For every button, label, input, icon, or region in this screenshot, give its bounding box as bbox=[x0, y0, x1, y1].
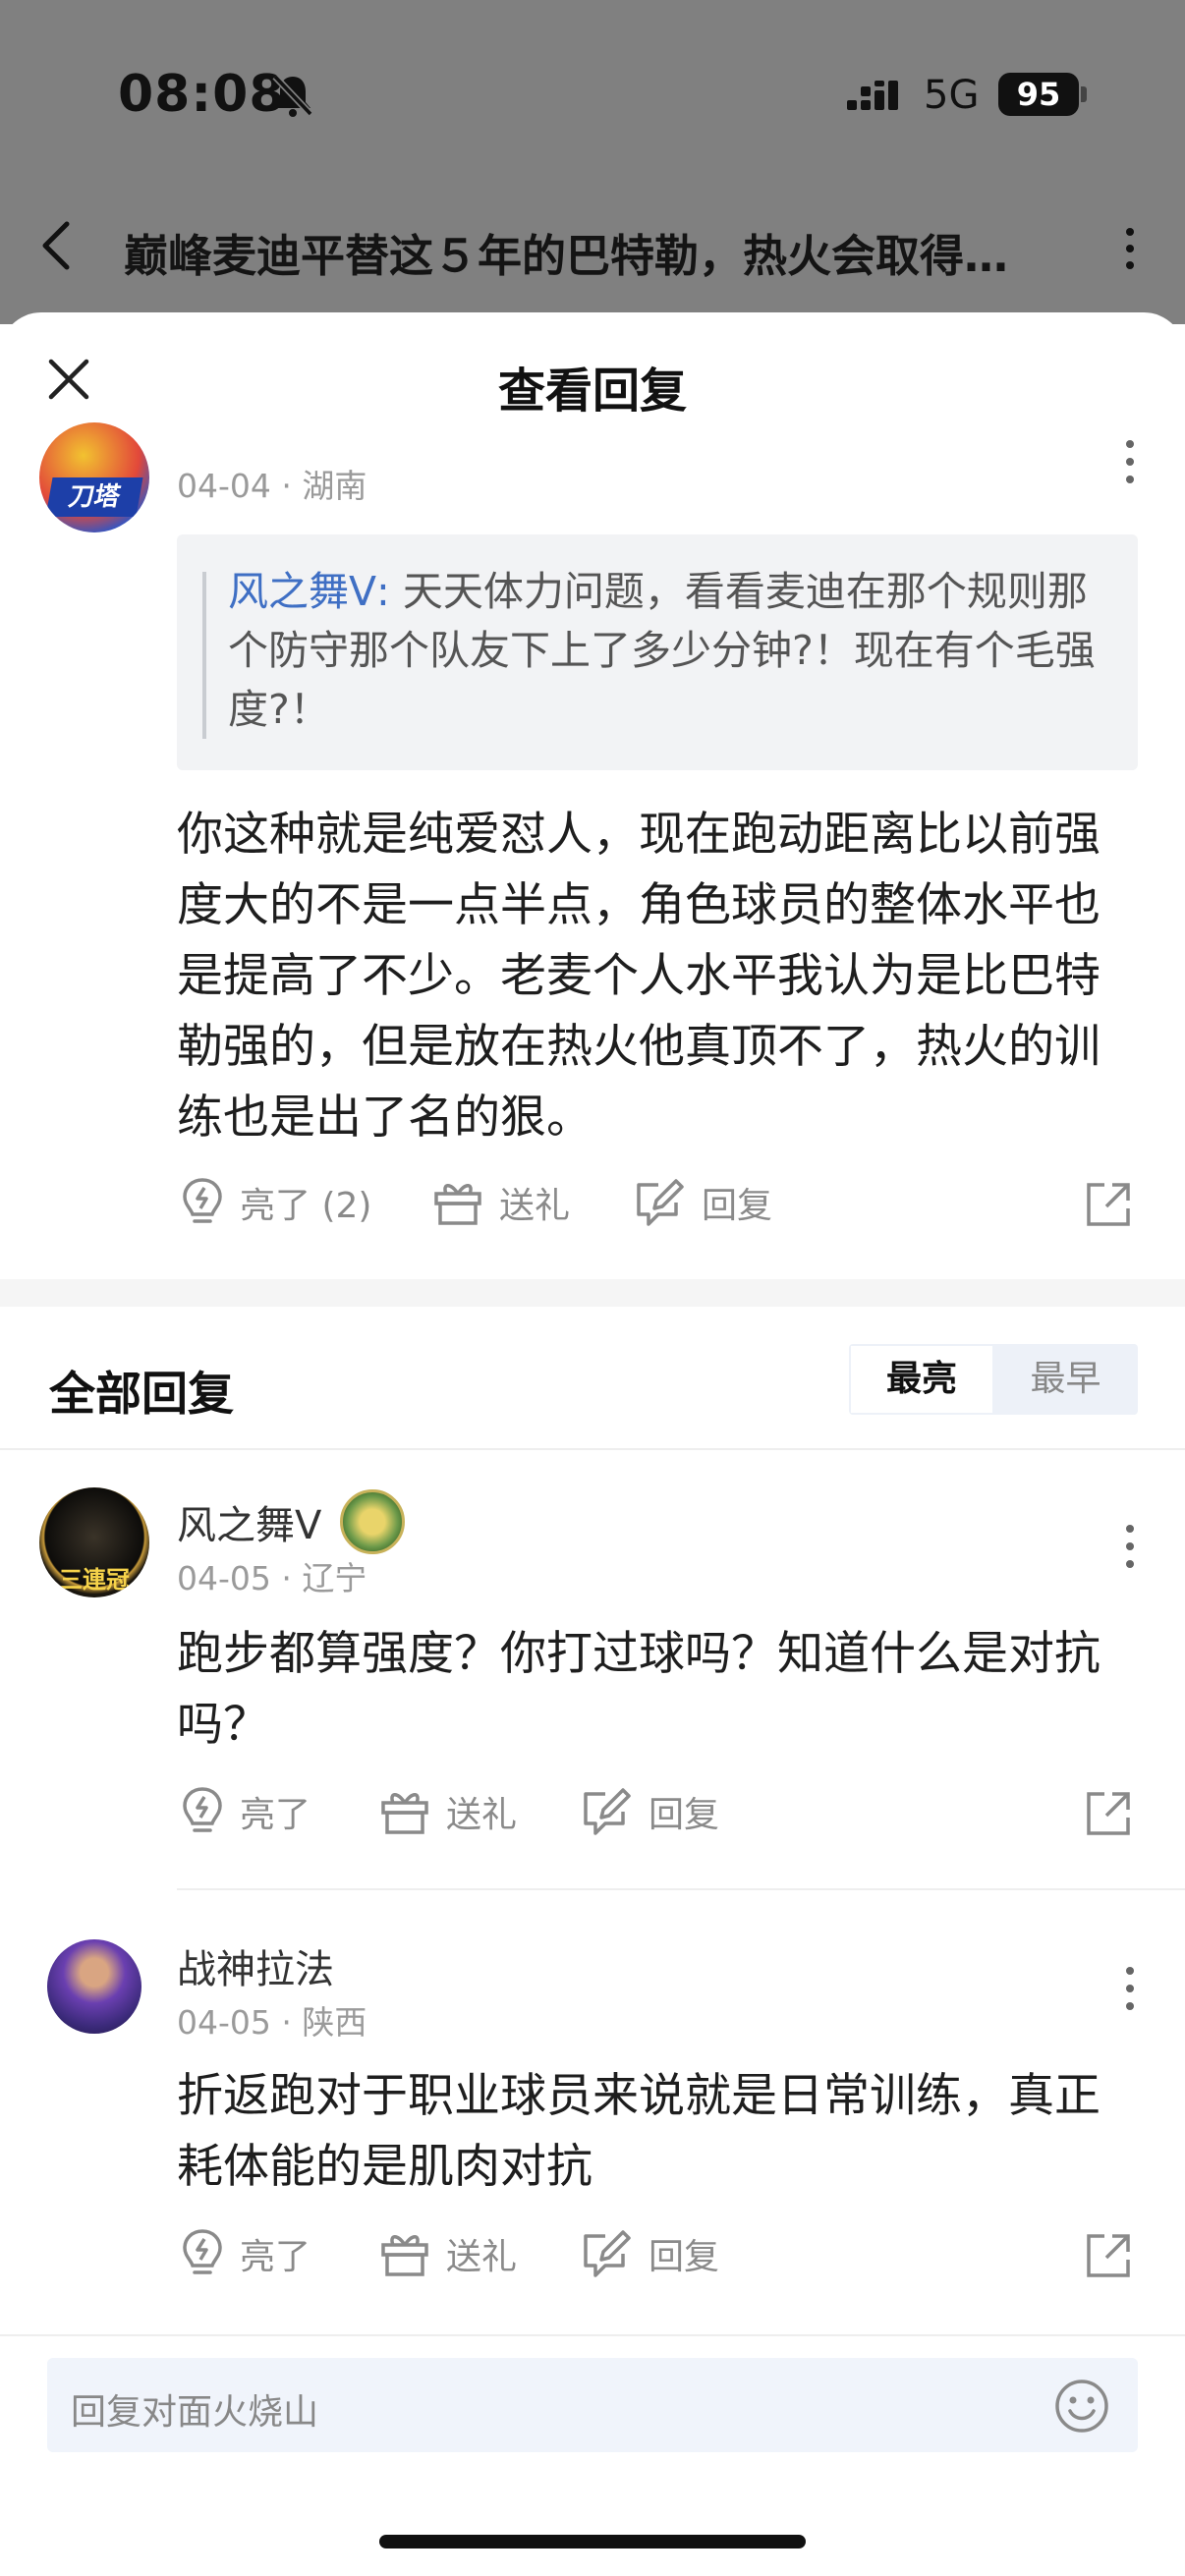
share-icon[interactable] bbox=[1083, 2230, 1134, 2281]
avatar[interactable] bbox=[47, 1939, 141, 2034]
user-name[interactable]: 战神拉法 bbox=[177, 1937, 334, 1994]
like-button[interactable]: 亮了 bbox=[181, 2228, 310, 2279]
reply-input-placeholder: 回复对面火烧山 bbox=[71, 2392, 319, 2433]
reply-button[interactable]: 回复 bbox=[580, 2228, 719, 2279]
sheet-title: 查看回复 bbox=[497, 364, 687, 419]
avatar[interactable]: 三連冠 bbox=[39, 1487, 149, 1597]
battery-cap bbox=[1081, 86, 1087, 102]
user-badge bbox=[340, 1489, 405, 1554]
gift-label: 送礼 bbox=[446, 1795, 518, 1835]
gift-icon bbox=[381, 2235, 428, 2276]
more-icon[interactable] bbox=[1122, 1965, 1138, 2012]
reply-button[interactable]: 回复 bbox=[633, 1177, 772, 1228]
back-chevron-icon[interactable] bbox=[37, 218, 77, 273]
like-label: 亮了 bbox=[240, 2237, 311, 2277]
more-icon[interactable] bbox=[1122, 438, 1138, 485]
quote-text: 风之舞Ⅴ: 天天体力问题，看看麦迪在那个规则那个防守那个队友下上了多少分钟?！现… bbox=[228, 562, 1112, 739]
divider bbox=[0, 1448, 1185, 1450]
gift-icon bbox=[434, 1184, 481, 1225]
gift-icon bbox=[381, 1793, 428, 1834]
more-icon[interactable] bbox=[1122, 1523, 1138, 1570]
home-indicator bbox=[379, 2535, 806, 2548]
divider bbox=[177, 1888, 1185, 1890]
like-button[interactable]: 亮了 bbox=[181, 1786, 310, 1837]
reply-date-location: 04-05 · 陕西 bbox=[177, 2003, 367, 2042]
gift-label: 送礼 bbox=[499, 1186, 571, 1226]
share-icon[interactable] bbox=[1083, 1179, 1134, 1230]
network-type: 5G bbox=[924, 73, 980, 118]
quoted-comment: 风之舞Ⅴ: 天天体力问题，看看麦迪在那个规则那个防守那个队友下上了多少分钟?！现… bbox=[177, 534, 1138, 770]
all-replies-title: 全部回复 bbox=[49, 1368, 234, 1422]
reply-label: 回复 bbox=[702, 1186, 773, 1226]
reply-text: 跑步都算强度？你打过球吗？知道什么是对抗吗？ bbox=[177, 1627, 1100, 1752]
more-icon[interactable] bbox=[1120, 226, 1140, 271]
avatar[interactable]: 刀塔 bbox=[39, 422, 149, 532]
like-label: 亮了 bbox=[240, 1795, 311, 1835]
share-icon[interactable] bbox=[1083, 1788, 1134, 1839]
reply-edit-icon bbox=[584, 1788, 631, 1835]
battery-level: 95 bbox=[998, 73, 1079, 116]
reply-date-location: 04-05 · 辽宁 bbox=[177, 1559, 367, 1597]
gift-label: 送礼 bbox=[446, 2237, 518, 2277]
reply-label: 回复 bbox=[649, 2237, 720, 2277]
reply-edit-icon bbox=[637, 1179, 684, 1226]
gift-button[interactable]: 送礼 bbox=[379, 2228, 517, 2279]
section-divider bbox=[0, 1279, 1185, 1307]
status-time: 08:08 bbox=[118, 65, 286, 124]
quote-bar bbox=[202, 572, 206, 739]
sort-toggle: 最亮 最早 bbox=[849, 1344, 1138, 1415]
like-label: 亮了 (2) bbox=[240, 1186, 372, 1226]
comment-date-location: 04-04 · 湖南 bbox=[177, 467, 367, 505]
comment-text: 你这种就是纯爱怼人，现在跑动距离比以前强度大的不是一点半点，角色球员的整体水平也… bbox=[177, 808, 1100, 1145]
reply-edit-icon bbox=[584, 2230, 631, 2277]
like-bulb-icon bbox=[183, 1178, 222, 1223]
reply-text: 折返跑对于职业球员来说就是日常训练，真正耗体能的是肌肉对抗 bbox=[177, 2069, 1100, 2194]
user-name[interactable]: 风之舞Ⅴ bbox=[177, 1493, 321, 1550]
reply-button[interactable]: 回复 bbox=[580, 1786, 719, 1837]
background-article-page: 08:08 5G 95 巅峰麦迪平替这５年的巴特勒，热火会取得… bbox=[0, 0, 1185, 324]
sort-hottest-option[interactable]: 最亮 bbox=[851, 1346, 992, 1413]
quote-author[interactable]: 风之舞Ⅴ: bbox=[228, 568, 390, 615]
article-title: 巅峰麦迪平替这５年的巴特勒，热火会取得… bbox=[124, 230, 1009, 282]
gift-button[interactable]: 送礼 bbox=[432, 1177, 570, 1228]
divider bbox=[0, 2334, 1185, 2336]
reply-input[interactable]: 回复对面火烧山 bbox=[47, 2358, 1138, 2452]
sort-earliest-option[interactable]: 最早 bbox=[993, 1344, 1138, 1415]
like-bulb-icon bbox=[183, 1787, 222, 1832]
reply-label: 回复 bbox=[649, 1795, 720, 1835]
reply-sheet: 查看回复 刀塔 04-04 · 湖南 风之舞Ⅴ: 天天体力问题，看看麦迪在那个规… bbox=[0, 312, 1185, 2576]
gift-button[interactable]: 送礼 bbox=[379, 1786, 517, 1837]
signal-icon bbox=[847, 81, 898, 110]
emoji-icon[interactable] bbox=[1053, 2378, 1110, 2435]
bell-off-icon bbox=[272, 74, 313, 117]
like-button[interactable]: 亮了 (2) bbox=[181, 1177, 371, 1228]
like-bulb-icon bbox=[183, 2229, 222, 2274]
